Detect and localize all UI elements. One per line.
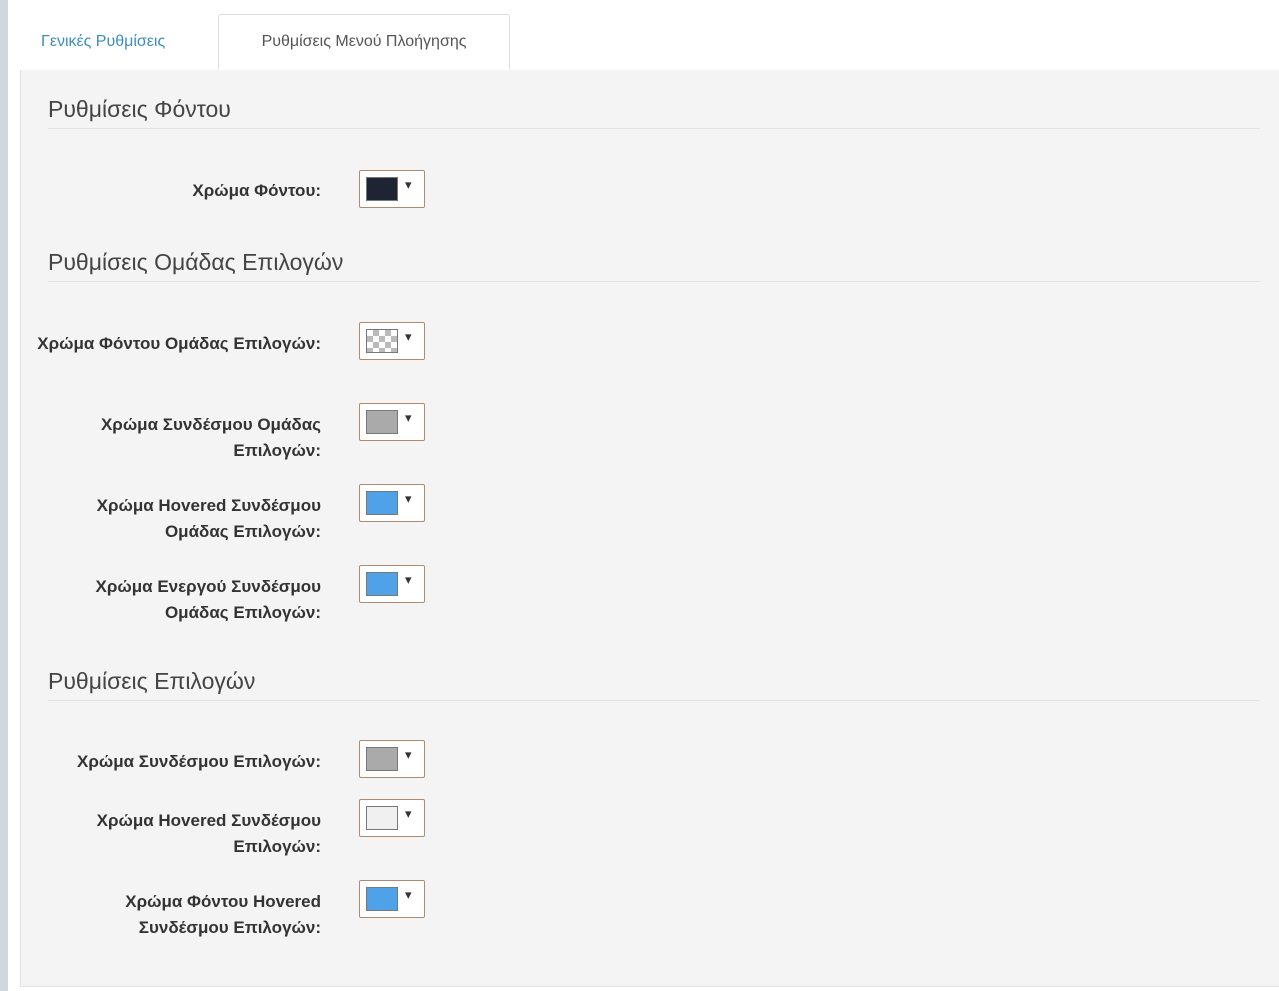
color-swatch — [366, 747, 398, 771]
option-hovered-link-color-picker[interactable]: ▾ — [359, 799, 425, 837]
chevron-down-icon: ▾ — [405, 330, 412, 345]
section-title-background: Ρυθμίσεις Φόντου — [48, 96, 1260, 129]
chevron-down-icon: ▾ — [405, 178, 412, 193]
color-swatch — [366, 806, 398, 830]
field-label-group-active-link-color: Χρώμα Ενεργού Συνδέσμου Ομάδας Επιλογών: — [95, 577, 321, 622]
chevron-down-icon: ▾ — [405, 888, 412, 903]
chevron-down-icon: ▾ — [405, 748, 412, 763]
color-swatch — [366, 329, 398, 353]
tab-general-settings[interactable]: Γενικές Ρυθμίσεις — [20, 14, 216, 69]
group-link-color-picker[interactable]: ▾ — [359, 403, 425, 441]
settings-page: Γενικές Ρυθμίσεις Ρυθμίσεις Μενού Πλοήγη… — [8, 0, 1279, 991]
color-swatch — [366, 177, 398, 201]
group-active-link-color-picker[interactable]: ▾ — [359, 565, 425, 603]
chevron-down-icon: ▾ — [405, 492, 412, 507]
tab-navigation-menu-settings[interactable]: Ρυθμίσεις Μενού Πλοήγησης — [218, 14, 510, 70]
option-hovered-background-color-picker[interactable]: ▾ — [359, 880, 425, 918]
field-label-option-hovered-background-color: Χρώμα Φόντου Hovered Συνδέσμου Επιλογών: — [125, 892, 321, 937]
option-link-color-picker[interactable]: ▾ — [359, 740, 425, 778]
section-title-options: Ρυθμίσεις Επιλογών — [48, 668, 1260, 701]
field-label-group-hovered-link-color: Χρώμα Hovered Συνδέσμου Ομάδας Επιλογών: — [96, 496, 321, 541]
color-swatch — [366, 410, 398, 434]
color-swatch — [366, 491, 398, 515]
color-swatch — [366, 572, 398, 596]
field-label-group-background-color: Χρώμα Φόντου Ομάδας Επιλογών: — [37, 334, 321, 353]
section-title-option-group: Ρυθμίσεις Ομάδας Επιλογών — [48, 249, 1260, 282]
settings-panel: Ρυθμίσεις Φόντου Χρώμα Φόντου: ▾ Ρυθμίσε… — [20, 70, 1279, 987]
group-background-color-picker[interactable]: ▾ — [359, 322, 425, 360]
field-label-background-color: Χρώμα Φόντου: — [192, 181, 321, 200]
tab-bar: Γενικές Ρυθμίσεις Ρυθμίσεις Μενού Πλοήγη… — [20, 14, 1279, 71]
color-swatch — [366, 887, 398, 911]
field-label-group-link-color: Χρώμα Συνδέσμου Ομάδας Επιλογών: — [100, 415, 321, 460]
group-hovered-link-color-picker[interactable]: ▾ — [359, 484, 425, 522]
chevron-down-icon: ▾ — [405, 807, 412, 822]
background-color-picker[interactable]: ▾ — [359, 170, 425, 208]
field-label-option-hovered-link-color: Χρώμα Hovered Συνδέσμου Επιλογών: — [96, 811, 321, 856]
field-label-option-link-color: Χρώμα Συνδέσμου Επιλογών: — [77, 752, 321, 771]
chevron-down-icon: ▾ — [405, 573, 412, 588]
chevron-down-icon: ▾ — [405, 411, 412, 426]
